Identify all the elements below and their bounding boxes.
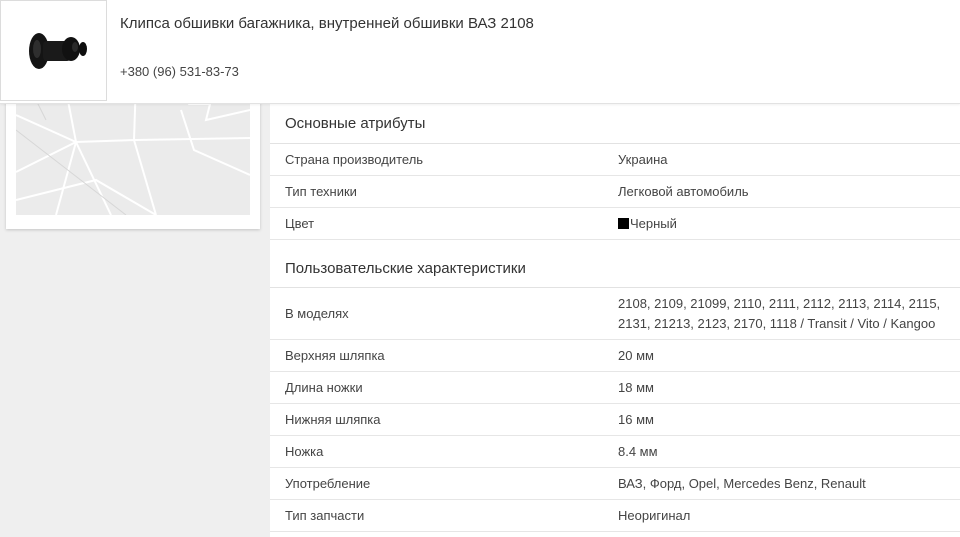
product-thumbnail[interactable] xyxy=(0,0,107,101)
attribute-row-top-cap: Верхняя шляпка 20 мм xyxy=(270,340,960,372)
attribute-label: Цвет xyxy=(285,216,315,231)
attribute-label: В моделях xyxy=(285,306,349,321)
attribute-label: Тип техники xyxy=(285,184,357,199)
attribute-value: 2108, 2109, 21099, 2110, 2111, 2112, 211… xyxy=(618,294,960,334)
phone-number[interactable]: +380 (96) 531-83-73 xyxy=(120,64,239,79)
color-value: Черный xyxy=(630,215,677,231)
page: Основные атрибуты Страна производитель У… xyxy=(0,0,960,537)
attribute-value: ВАЗ, Форд, Opel, Mercedes Benz, Renault xyxy=(618,475,866,491)
attribute-label: Тип запчасти xyxy=(285,508,365,523)
attribute-value: Неоригинал xyxy=(618,507,691,523)
attribute-row-leg: Ножка 8.4 мм xyxy=(270,436,960,468)
attribute-value: 20 мм xyxy=(618,347,654,363)
custom-attributes-heading: Пользовательские характеристики xyxy=(270,240,960,288)
attribute-value: 8.4 мм xyxy=(618,443,658,459)
attribute-value: Украина xyxy=(618,151,668,167)
attributes-panel: Основные атрибуты Страна производитель У… xyxy=(270,104,960,537)
color-swatch-icon xyxy=(618,217,629,229)
attribute-label: Ножка xyxy=(285,444,324,459)
basic-attributes-heading: Основные атрибуты xyxy=(270,104,960,144)
plastic-clip-icon xyxy=(29,33,87,69)
attribute-label: Нижняя шляпка xyxy=(285,412,381,427)
attribute-row-color: Цвет Черный xyxy=(270,208,960,240)
attribute-row-usage: Употребление ВАЗ, Форд, Opel, Mercedes B… xyxy=(270,468,960,500)
attribute-label: Страна производитель xyxy=(285,152,424,167)
attribute-row-country: Страна производитель Украина xyxy=(270,144,960,176)
attribute-row-models: В моделях 2108, 2109, 21099, 2110, 2111,… xyxy=(270,288,960,340)
attribute-label: Верхняя шляпка xyxy=(285,348,385,363)
product-header: Клипса обшивки багажника, внутренней обш… xyxy=(0,0,960,104)
product-title: Клипса обшивки багажника, внутренней обш… xyxy=(120,15,534,32)
attribute-row-leg-length: Длина ножки 18 мм xyxy=(270,372,960,404)
attribute-value: 18 мм xyxy=(618,379,654,395)
attribute-row-part-type: Тип запчасти Неоригинал xyxy=(270,500,960,532)
attribute-row-vehicle-type: Тип техники Легковой автомобиль xyxy=(270,176,960,208)
attribute-value: 16 мм xyxy=(618,411,654,427)
attribute-value: Черный xyxy=(618,214,960,234)
models-line-1: 2108, 2109, 21099, 2110, 2111, 2112, 211… xyxy=(618,295,941,311)
models-line-2: 2131, 21213, 2123, 2170, 1118 / Transit … xyxy=(618,315,936,331)
attribute-value: Легковой автомобиль xyxy=(618,183,749,199)
attribute-label: Длина ножки xyxy=(285,380,363,395)
attribute-row-bottom-cap: Нижняя шляпка 16 мм xyxy=(270,404,960,436)
attribute-label: Употребление xyxy=(285,476,371,491)
